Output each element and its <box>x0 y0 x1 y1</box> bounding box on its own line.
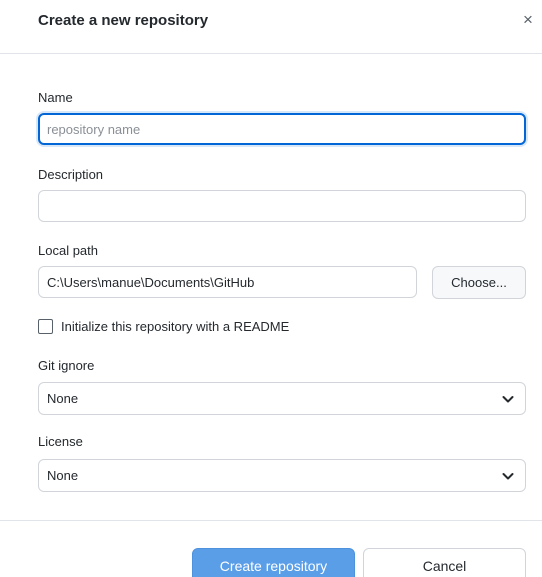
gitignore-label: Git ignore <box>38 358 95 373</box>
create-repository-button[interactable]: Create repository <box>192 548 355 577</box>
license-label: License <box>38 434 83 449</box>
name-label: Name <box>38 90 73 105</box>
dialog-header: Create a new repository × <box>0 0 542 54</box>
close-icon[interactable]: × <box>518 10 538 30</box>
license-selected-value: None <box>47 468 79 483</box>
local-path-input[interactable] <box>38 266 417 298</box>
name-input[interactable] <box>38 113 526 145</box>
local-path-label: Local path <box>38 243 98 258</box>
license-select[interactable]: None <box>38 459 526 492</box>
cancel-button[interactable]: Cancel <box>363 548 526 577</box>
choose-path-button[interactable]: Choose... <box>432 266 526 299</box>
chevron-down-icon <box>502 473 514 480</box>
gitignore-selected-value: None <box>47 391 79 406</box>
readme-checkbox-label[interactable]: Initialize this repository with a README <box>61 319 289 334</box>
gitignore-select[interactable]: None <box>38 382 526 415</box>
create-repository-dialog: Create a new repository × Name Descripti… <box>0 0 542 577</box>
chevron-down-icon <box>502 396 514 403</box>
dialog-title: Create a new repository <box>38 12 209 29</box>
footer-divider <box>0 520 542 521</box>
readme-checkbox-row[interactable]: Initialize this repository with a README <box>38 317 289 335</box>
readme-checkbox[interactable] <box>38 318 53 334</box>
description-label: Description <box>38 167 104 182</box>
description-input[interactable] <box>38 190 526 222</box>
